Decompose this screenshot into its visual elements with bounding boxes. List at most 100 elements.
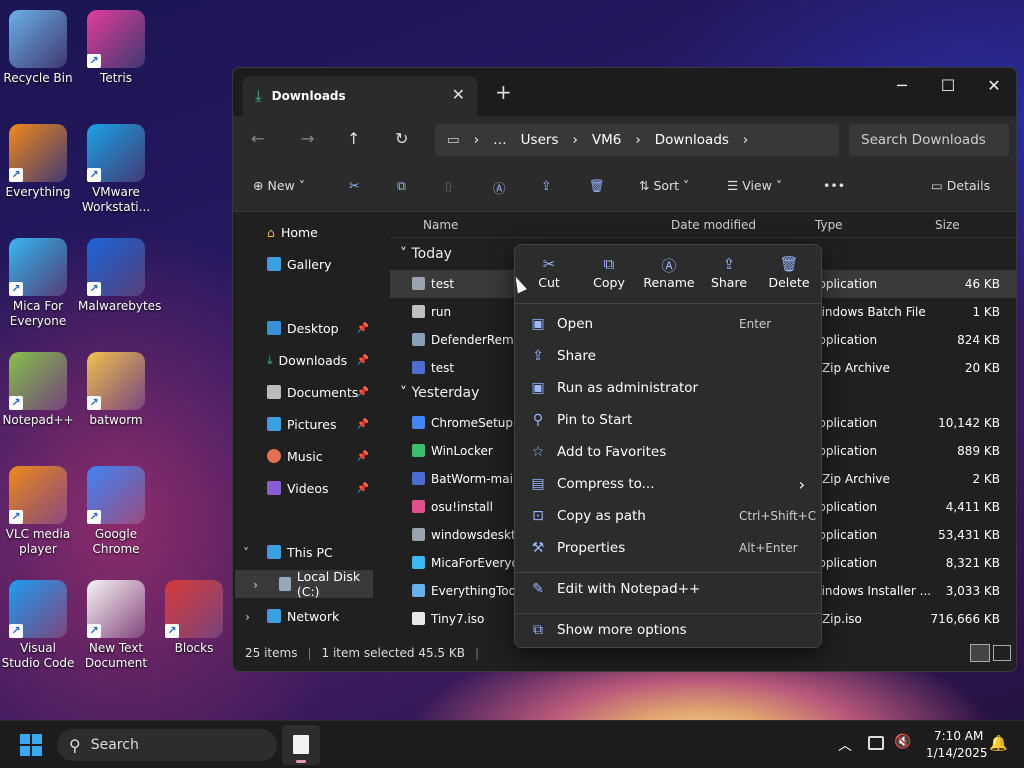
ctx-run-as-admin[interactable]: ▣ Run as administrator bbox=[515, 373, 821, 403]
crumb-more[interactable]: … bbox=[493, 132, 507, 148]
desktop-icon-label: Malwarebytes bbox=[78, 299, 162, 313]
chevron-up-icon[interactable]: ︿ bbox=[838, 735, 852, 755]
nav-home[interactable]: ⌂ Home bbox=[233, 218, 379, 246]
ctx-delete-button[interactable]: 🗑 Delete bbox=[759, 255, 819, 290]
column-name[interactable]: Name bbox=[423, 218, 458, 232]
nav-this-pc[interactable]: ˅ This PC bbox=[233, 538, 379, 566]
desktop-icon-tetris[interactable]: ↗ Tetris bbox=[78, 6, 154, 86]
nav-pictures[interactable]: Pictures 📌 bbox=[233, 410, 379, 438]
ctx-share[interactable]: ⇪ Share bbox=[515, 341, 821, 371]
ctx-share-button[interactable]: ⇪ Share bbox=[699, 255, 759, 290]
taskbar-search[interactable]: ⚲ Search bbox=[57, 729, 277, 761]
paste-icon[interactable]: ▯ bbox=[445, 178, 452, 193]
delete-icon[interactable]: 🗑 bbox=[589, 178, 605, 194]
tab-downloads[interactable]: ⤓ Downloads ✕ bbox=[243, 76, 477, 116]
crumb-users[interactable]: Users bbox=[521, 132, 559, 148]
ctx-open[interactable]: ▣ Open Enter bbox=[515, 309, 821, 339]
new-button[interactable]: ⊕ New ˅ bbox=[253, 178, 305, 193]
vscode-icon: ↗ bbox=[9, 580, 67, 638]
ctx-copy-button[interactable]: ⧉ Copy bbox=[579, 255, 639, 290]
crumb-vm6[interactable]: VM6 bbox=[592, 132, 621, 148]
clock-time[interactable]: 7:10 AM bbox=[934, 729, 983, 743]
group-yesterday[interactable]: ˅ Yesterday bbox=[400, 385, 479, 401]
forward-arrow-icon[interactable]: → bbox=[301, 129, 314, 148]
crumb-downloads[interactable]: Downloads bbox=[655, 132, 729, 148]
view-button[interactable]: ☰ View ˅ bbox=[727, 178, 782, 193]
cut-icon[interactable]: ✂ bbox=[349, 178, 359, 193]
nav-desktop[interactable]: Desktop 📌 bbox=[233, 314, 379, 342]
minimize-button[interactable]: ─ bbox=[879, 70, 925, 100]
pin-icon[interactable]: 📌 bbox=[357, 387, 369, 398]
rename-icon[interactable]: Ⓐ bbox=[493, 178, 506, 197]
nav-videos[interactable]: Videos 📌 bbox=[233, 474, 379, 502]
nav-network[interactable]: › Network bbox=[233, 602, 379, 630]
nav-downloads[interactable]: ⤓ Downloads 📌 bbox=[233, 346, 379, 374]
pin-icon[interactable]: 📌 bbox=[357, 355, 369, 366]
more-options-button[interactable]: ••• bbox=[823, 178, 845, 193]
desktop-icon-folder[interactable]: ↗ batworm bbox=[78, 348, 154, 428]
volume-muted-icon[interactable]: 🔇 bbox=[894, 734, 911, 750]
desktop-icon-vlc[interactable]: ↗ VLC media player bbox=[0, 462, 76, 557]
tiles-view-icon[interactable] bbox=[993, 645, 1011, 661]
desktop-icon-mica[interactable]: ↗ Mica For Everyone bbox=[0, 234, 76, 329]
ctx-properties[interactable]: ⚒ Properties Alt+Enter bbox=[515, 533, 821, 563]
new-tab-button[interactable]: + bbox=[495, 80, 512, 104]
nav-local-disk[interactable]: › Local Disk (C:) bbox=[235, 569, 373, 599]
column-type[interactable]: Type bbox=[815, 218, 843, 232]
chevron-right-icon[interactable]: › bbox=[245, 609, 250, 624]
chevron-down-icon[interactable]: ˅ bbox=[243, 545, 249, 560]
desktop-icon-everything[interactable]: ↗ Everything bbox=[0, 120, 76, 200]
ctx-rename-button[interactable]: Ⓐ Rename bbox=[639, 255, 699, 290]
notification-bell-icon[interactable]: 🔔 bbox=[989, 734, 1008, 752]
group-today[interactable]: ˅ Today bbox=[400, 246, 452, 262]
ctx-show-more-options[interactable]: ⧉ Show more options bbox=[515, 615, 821, 645]
desktop-icon-vmware[interactable]: ↗ VMware Workstati... bbox=[78, 120, 154, 215]
sort-button[interactable]: ⇅ Sort ˅ bbox=[639, 178, 689, 193]
desktop-icon-malwarebytes[interactable]: ↗ Malwarebytes bbox=[78, 234, 162, 314]
ctx-quick-label: Copy bbox=[593, 275, 625, 290]
column-size[interactable]: Size bbox=[935, 218, 960, 232]
desktop-icon-blocks[interactable]: ↗ Blocks bbox=[156, 576, 232, 656]
tab-close-button[interactable]: ✕ bbox=[452, 85, 465, 104]
ctx-pin-to-start[interactable]: ⚲ Pin to Start bbox=[515, 405, 821, 435]
pin-icon[interactable]: 📌 bbox=[357, 419, 369, 430]
ctx-item-label: Add to Favorites bbox=[557, 444, 667, 460]
column-date-modified[interactable]: Date modified bbox=[671, 218, 756, 232]
breadcrumb[interactable]: ▭ › … Users › VM6 › Downloads › bbox=[435, 124, 839, 156]
nav-documents[interactable]: Documents 📌 bbox=[233, 378, 379, 406]
back-arrow-icon[interactable]: ← bbox=[251, 129, 264, 148]
text-document-icon: ↗ bbox=[87, 580, 145, 638]
search-input[interactable]: Search Downloads bbox=[849, 124, 1009, 156]
pin-icon[interactable]: 📌 bbox=[357, 451, 369, 462]
desktop-icon-notepadpp[interactable]: ↗ Notepad++ bbox=[0, 348, 76, 428]
pin-icon[interactable]: 📌 bbox=[357, 323, 369, 334]
clock-date[interactable]: 1/14/2025 bbox=[926, 746, 988, 760]
refresh-icon[interactable]: ↻ bbox=[395, 129, 408, 148]
desktop-icon-chrome[interactable]: ↗ Google Chrome bbox=[78, 462, 154, 557]
details-button[interactable]: ▭ Details bbox=[931, 178, 990, 193]
share-icon[interactable]: ⇪ bbox=[541, 178, 551, 193]
ctx-edit-with-notepadpp[interactable]: ✎ Edit with Notepad++ bbox=[515, 574, 821, 604]
ctx-add-to-favorites[interactable]: ☆ Add to Favorites bbox=[515, 437, 821, 467]
start-button[interactable] bbox=[20, 734, 42, 756]
ctx-cut-button[interactable]: ✂ Cut bbox=[519, 255, 579, 290]
nav-gallery[interactable]: Gallery bbox=[233, 250, 379, 278]
ctx-copy-as-path[interactable]: ⊡ Copy as path Ctrl+Shift+C bbox=[515, 501, 821, 531]
close-button[interactable]: ✕ bbox=[971, 70, 1016, 100]
nav-music[interactable]: Music 📌 bbox=[233, 442, 379, 470]
file-explorer-taskbar-button[interactable] bbox=[282, 725, 320, 765]
network-icon[interactable] bbox=[868, 736, 884, 750]
desktop-icon-label: batworm bbox=[89, 413, 143, 427]
details-view-icon[interactable] bbox=[970, 644, 990, 662]
chevron-right-icon[interactable]: › bbox=[253, 577, 258, 592]
pin-icon[interactable]: 📌 bbox=[357, 483, 369, 494]
up-arrow-icon[interactable]: ↑ bbox=[347, 129, 360, 148]
ctx-compress-to[interactable]: ▤ Compress to... › bbox=[515, 469, 821, 499]
network-icon bbox=[267, 609, 281, 623]
desktop-icon-recycle-bin[interactable]: Recycle Bin bbox=[0, 6, 76, 86]
maximize-button[interactable]: ☐ bbox=[925, 70, 971, 100]
desktop-icon-vscode[interactable]: ↗ Visual Studio Code bbox=[0, 576, 76, 671]
chrome-icon: ↗ bbox=[87, 466, 145, 524]
desktop-icon-text-document[interactable]: ↗ New Text Document bbox=[78, 576, 154, 671]
copy-icon[interactable]: ⧉ bbox=[397, 178, 406, 194]
